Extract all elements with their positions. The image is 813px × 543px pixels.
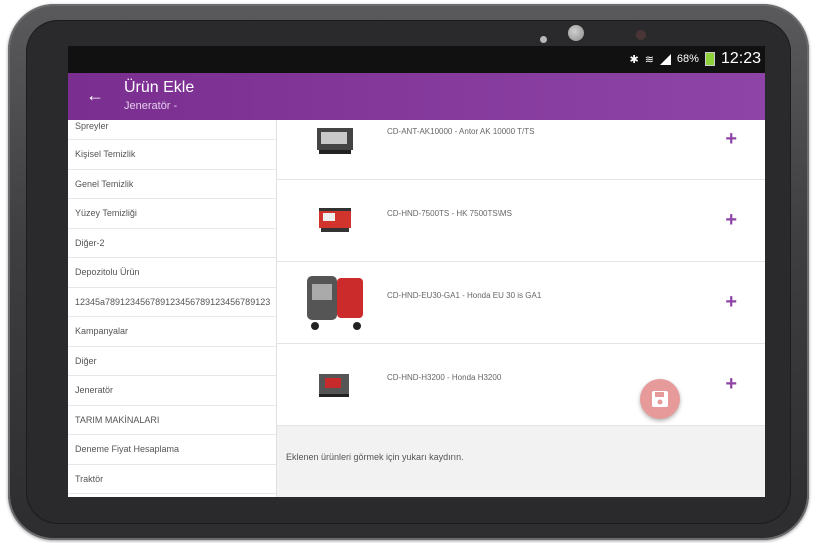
product-name: CD-HND-H3200 - Honda H3200 [387,373,502,382]
sidebar-item[interactable]: Spreyler [68,120,276,140]
sidebar-item[interactable]: TARIM MAKİNALARI [68,406,276,435]
front-sensor-dot [540,36,547,43]
save-icon [652,391,668,407]
signal-icon [659,53,671,65]
generator-thumbnail [319,208,351,232]
status-time: 12:23 [720,50,761,67]
sidebar-item[interactable]: Diğer-2 [68,229,276,258]
generator-thumbnail [317,128,353,154]
product-list: CD-ANT-AK10000 - Antor AK 10000 T/TS + C… [277,120,765,497]
sidebar-item[interactable]: Jeneratör [68,376,276,406]
product-name: CD-HND-7500TS - HK 7500TS\MS [387,209,512,218]
app-bar: ← Ürün Ekle Jeneratör - [68,73,765,120]
sidebar-item[interactable]: Kişisel Temizlik [68,140,276,170]
add-product-button[interactable]: + [725,128,737,151]
save-button[interactable] [640,379,680,419]
list-item[interactable]: CD-HND-EU30-GA1 - Honda EU 30 is GA1 + [277,262,765,344]
list-item[interactable]: CD-HND-H3200 - Honda H3200 + [277,344,765,426]
sidebar-item[interactable]: Yüzey Temizliği [68,199,276,229]
sidebar-item[interactable]: Deneme Fiyat Hesaplama [68,435,276,465]
arrow-left-icon[interactable]: ← [86,85,104,106]
add-product-button[interactable]: + [725,373,737,396]
proximity-sensor [636,30,646,40]
device-screen: ✱ ≋ 68% 12:23 ← Ürün Ekle Jeneratör - Sp… [68,46,765,497]
sidebar-item[interactable]: Depozitolu Ürün [68,258,276,288]
product-name: CD-HND-EU30-GA1 - Honda EU 30 is GA1 [387,291,542,300]
battery-percent: 68% [676,53,699,65]
scroll-hint: Eklenen ürünleri görmek için yukarı kayd… [286,452,464,462]
battery-icon [704,52,715,66]
front-camera [568,25,584,41]
product-name: CD-ANT-AK10000 - Antor AK 10000 T/TS [387,127,535,136]
bluetooth-icon: ✱ [629,53,639,66]
generator-thumbnail [307,276,363,330]
list-item[interactable]: CD-HND-7500TS - HK 7500TS\MS + [277,180,765,262]
category-sidebar: Spreyler Kişisel Temizlik Genel Temizlik… [68,120,277,497]
page-subtitle: Jeneratör - [124,100,178,112]
sidebar-item[interactable]: Kampanyalar [68,317,276,347]
sidebar-item[interactable]: Diğer [68,347,276,376]
list-item[interactable]: CD-ANT-AK10000 - Antor AK 10000 T/TS + [277,120,765,180]
sidebar-item[interactable]: Traktör [68,465,276,494]
sidebar-item[interactable]: Genel Temizlik [68,170,276,199]
status-bar: ✱ ≋ 68% 12:23 [68,46,765,73]
sidebar-item[interactable]: 12345a789123456789123456789123456789123 [68,288,276,317]
wifi-icon: ≋ [644,53,654,66]
page-title: Ürün Ekle [124,79,195,96]
generator-thumbnail [319,374,349,397]
add-product-button[interactable]: + [725,291,737,314]
add-product-button[interactable]: + [725,209,737,232]
